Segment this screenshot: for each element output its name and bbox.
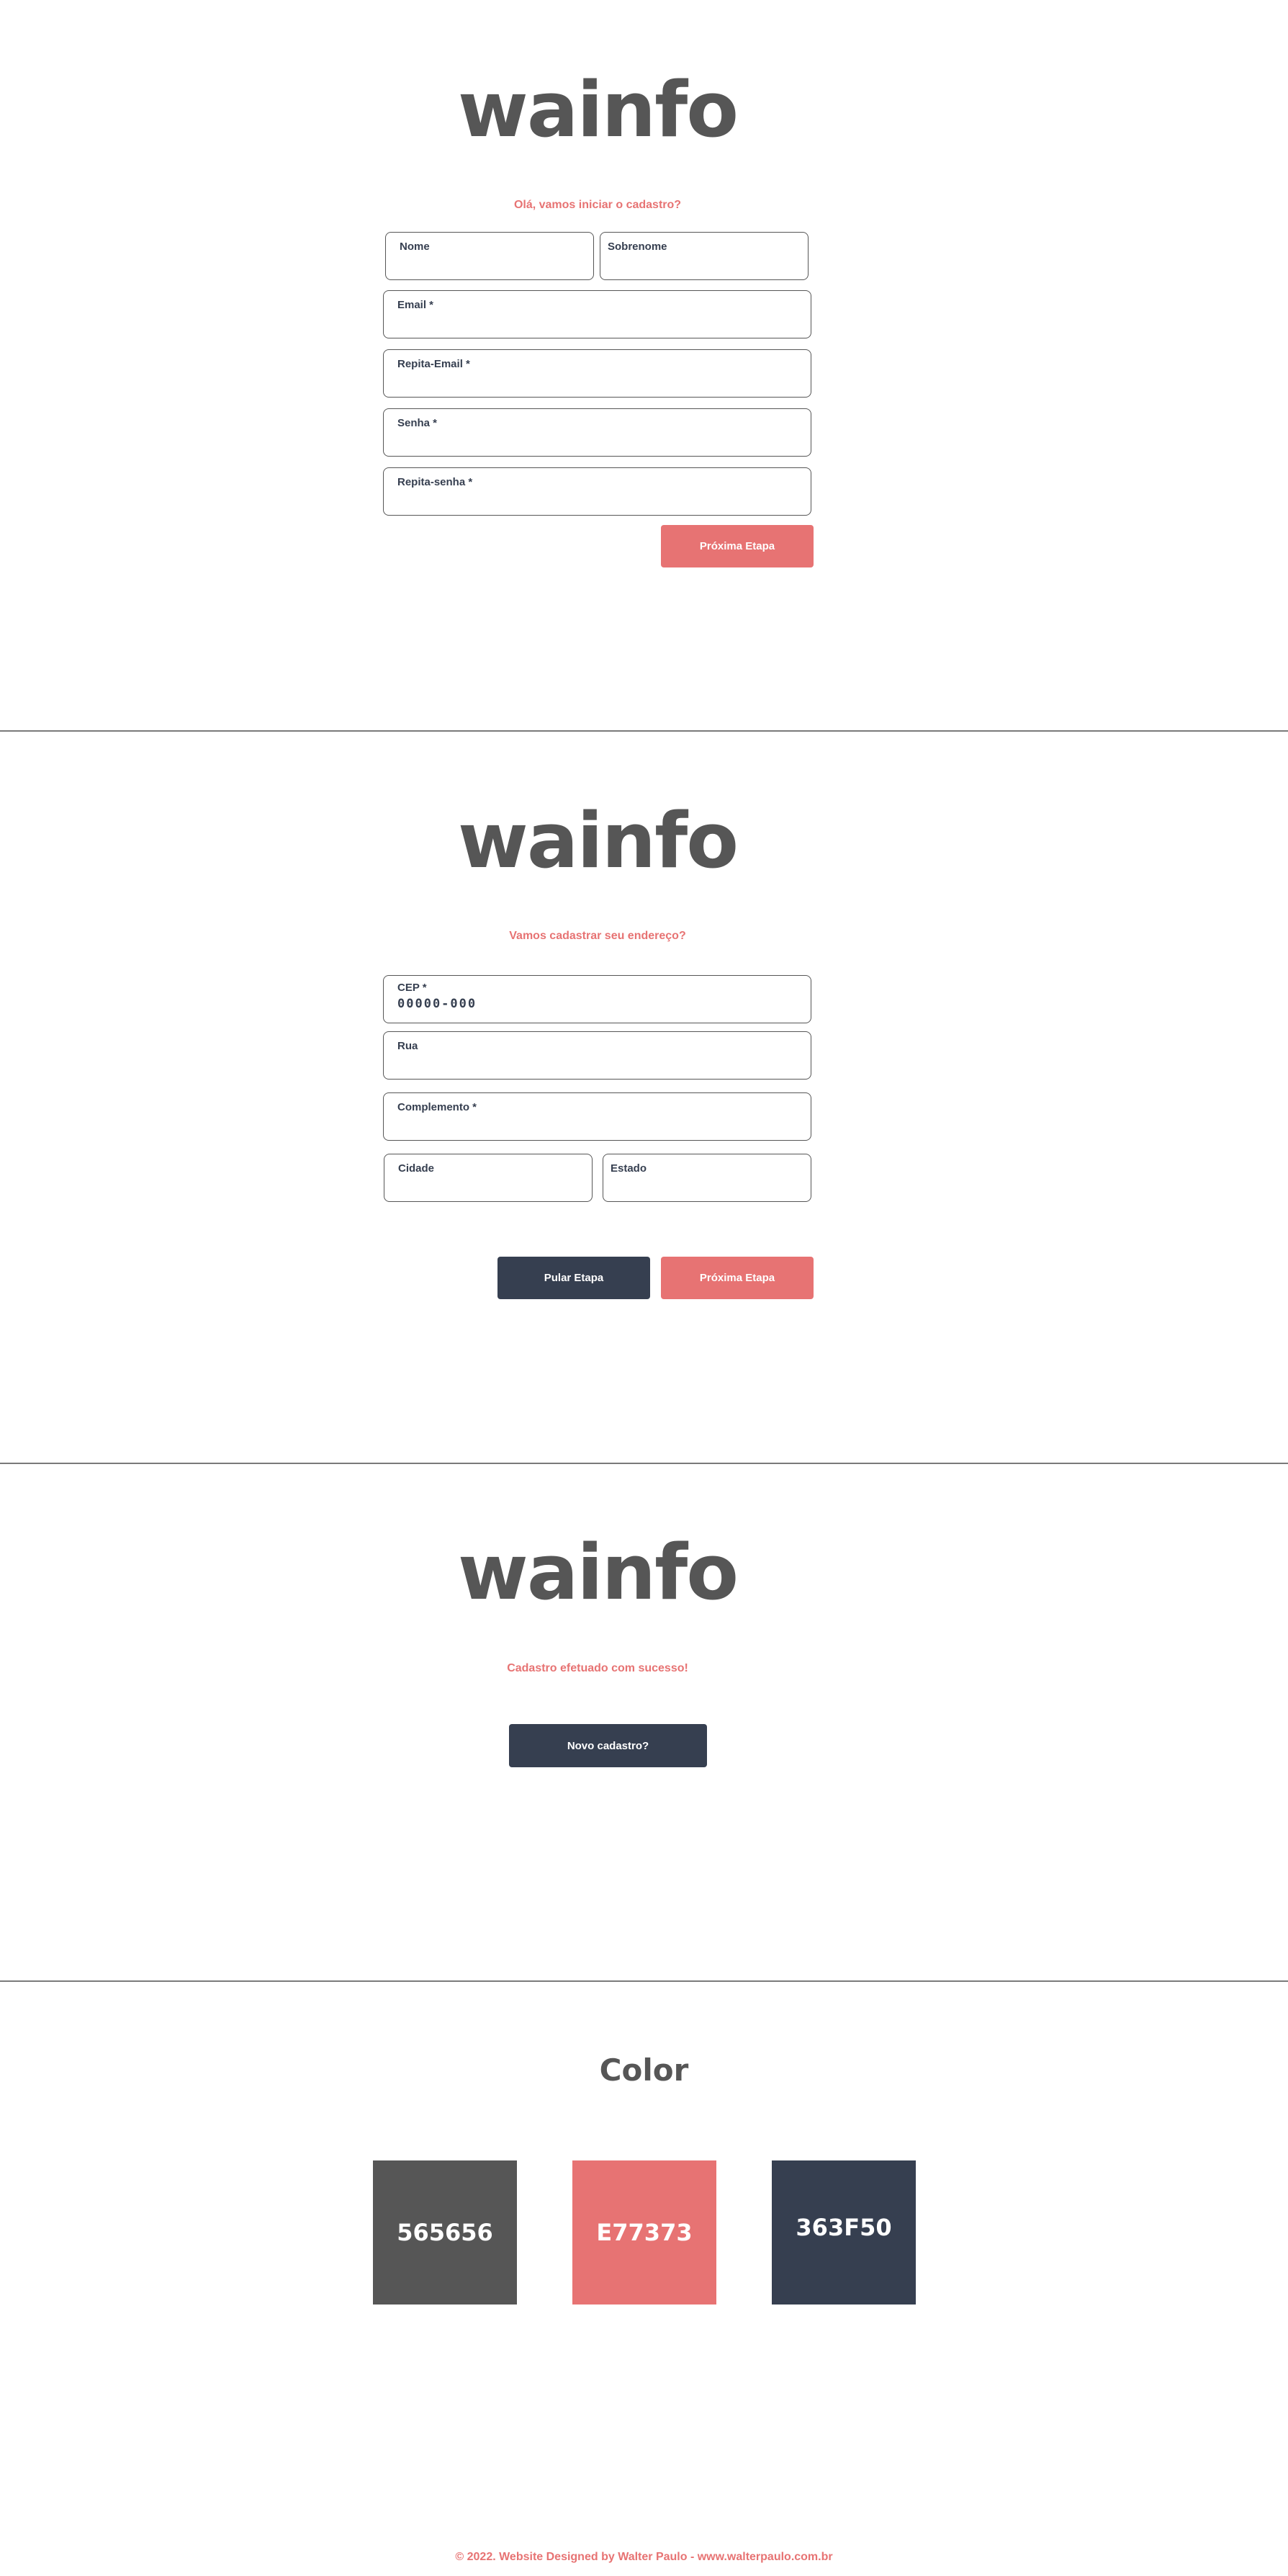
city-label: Cidade (398, 1162, 435, 1175)
first-name-field[interactable]: Nome (385, 232, 594, 280)
color-swatch: E77373 (572, 2160, 716, 2305)
palette-title: Color (599, 2052, 689, 2088)
complement-field[interactable]: Complemento * (383, 1092, 811, 1141)
last-name-field[interactable]: Sobrenome (600, 232, 809, 280)
page-subtitle: Olá, vamos iniciar o cadastro? (513, 199, 682, 211)
logo: wainfo (457, 1528, 739, 1617)
repeat-password-field[interactable]: Repita-senha * (383, 467, 811, 516)
swatch-label: E77373 (596, 2219, 693, 2246)
repeat-email-label: Repita-Email * (397, 358, 470, 370)
new-registration-button[interactable]: Novo cadastro? (509, 1724, 707, 1767)
state-label: Estado (611, 1162, 647, 1175)
last-name-label: Sobrenome (608, 241, 667, 253)
password-field[interactable]: Senha * (383, 408, 811, 457)
success-message: Cadastro efetuado com sucesso! (507, 1662, 688, 1674)
first-name-label: Nome (400, 241, 430, 253)
repeat-password-label: Repita-senha * (397, 476, 473, 488)
street-field[interactable]: Rua (383, 1031, 811, 1080)
repeat-email-field[interactable]: Repita-Email * (383, 349, 811, 398)
state-field[interactable]: Estado (603, 1154, 811, 1202)
skip-step-button[interactable]: Pular Etapa (497, 1257, 650, 1299)
page-subtitle: Vamos cadastrar seu endereço? (509, 930, 686, 942)
footer-credits: © 2022. Website Designed by Walter Paulo… (455, 2551, 833, 2563)
section-divider (0, 1980, 1288, 1982)
section-divider (0, 1463, 1288, 1464)
color-swatch: 363F50 (772, 2160, 916, 2305)
city-field[interactable]: Cidade (384, 1154, 593, 1202)
color-swatch: 565656 (373, 2160, 517, 2305)
cep-field[interactable]: CEP * 00000-000 (383, 975, 811, 1023)
street-label: Rua (397, 1040, 418, 1052)
logo: wainfo (457, 66, 739, 154)
swatch-label: 363F50 (796, 2214, 892, 2241)
email-field[interactable]: Email * (383, 290, 811, 338)
password-label: Senha * (397, 417, 438, 429)
logo: wainfo (457, 796, 739, 885)
next-step-button[interactable]: Próxima Etapa (661, 525, 814, 567)
cep-label: CEP * (397, 982, 427, 994)
complement-label: Complemento * (397, 1101, 477, 1113)
next-step-button[interactable]: Próxima Etapa (661, 1257, 814, 1299)
email-label: Email * (397, 299, 434, 311)
swatch-label: 565656 (397, 2219, 493, 2246)
section-divider (0, 730, 1288, 732)
cep-input-value: 00000-000 (397, 997, 477, 1011)
